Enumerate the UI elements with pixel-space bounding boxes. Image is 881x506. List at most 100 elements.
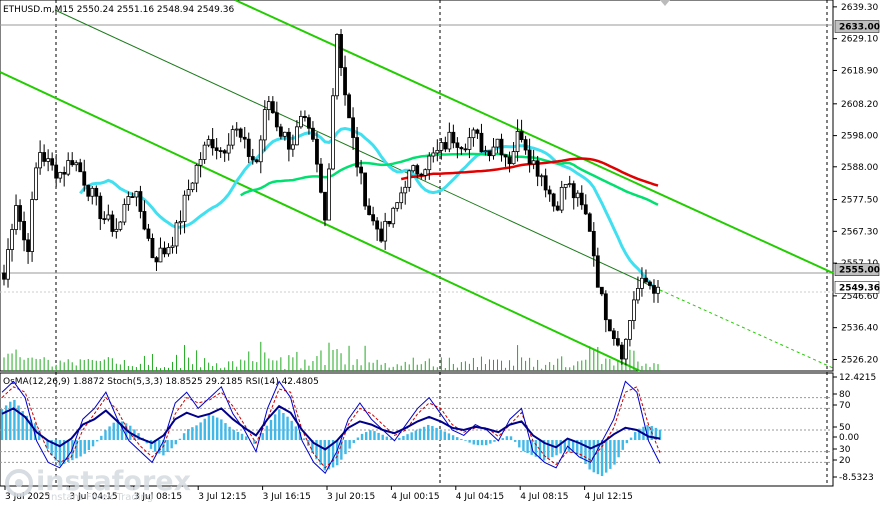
candle-body — [455, 142, 460, 148]
price-box-label: 2633.00 — [839, 23, 880, 33]
osma-bar — [348, 440, 351, 449]
candle-body — [531, 160, 536, 165]
candle-body — [46, 158, 51, 162]
candle-body — [636, 288, 640, 301]
osma-bar — [203, 418, 206, 441]
candle-body — [411, 165, 416, 172]
candle-body — [652, 285, 656, 294]
price-tick-label: 2536.40 — [841, 324, 878, 334]
osma-bar — [633, 432, 637, 441]
candle-body — [122, 204, 127, 223]
osma-bar — [282, 412, 285, 441]
candle-body — [6, 249, 10, 280]
candle-body — [619, 344, 624, 360]
trading-chart[interactable]: ETHUSD.m,M15 2550.24 2551.16 2548.94 254… — [0, 0, 881, 506]
candle-body — [615, 338, 620, 346]
candle-body — [234, 128, 239, 131]
candle-body — [535, 160, 540, 177]
time-tick-label: 4 Jul 04:15 — [456, 492, 504, 502]
candle-body — [335, 34, 339, 97]
candle-body — [290, 144, 295, 150]
logo-tagline: Instant Forex Trading — [48, 492, 153, 503]
candle-body — [154, 257, 159, 263]
candle-body — [250, 156, 255, 161]
osma-bar — [414, 430, 418, 441]
candle-body — [483, 150, 488, 153]
oscillator-axis: 12.4215 8070 500.00 3020 -8.5323 — [833, 373, 876, 483]
time-tick-label: 3 Jul 16:15 — [263, 492, 311, 502]
price-tick-label: 2639.30 — [841, 3, 878, 13]
osma-bar — [629, 437, 633, 441]
candle-body — [242, 136, 247, 140]
candle-body — [503, 154, 508, 158]
time-tick-label: 3 Jul 12:15 — [198, 492, 246, 502]
candle-body — [323, 191, 327, 221]
osma-bar — [278, 409, 281, 441]
candle-body — [42, 152, 47, 162]
price-box-label: 2549.36 — [839, 283, 880, 293]
osma-bar — [605, 440, 608, 473]
osma-bar — [381, 434, 384, 441]
candle-body — [595, 255, 600, 288]
candle-body — [34, 167, 39, 200]
osma-bar — [609, 440, 612, 469]
candle-body — [166, 247, 171, 255]
candle-body — [439, 142, 444, 151]
candle-body — [475, 129, 480, 134]
osma-bar — [187, 429, 190, 441]
price-tick-label: 2618.90 — [841, 66, 878, 76]
price-tick-label: 2577.50 — [841, 196, 878, 206]
osma-bar — [265, 425, 269, 441]
osma-bar — [91, 440, 95, 447]
candle-body — [415, 165, 420, 175]
candle-body — [286, 131, 291, 150]
candle-body — [62, 172, 67, 175]
candle-body — [431, 152, 436, 157]
candle-body — [419, 173, 424, 176]
osma-bar — [224, 423, 227, 441]
candle-body — [644, 277, 648, 283]
osma-bar — [215, 417, 219, 441]
candle-body — [648, 281, 652, 286]
candle-body — [30, 199, 34, 252]
osma-bar — [418, 428, 422, 441]
osma-bar — [431, 426, 434, 441]
candle-body — [487, 150, 492, 157]
candle-body — [539, 175, 544, 178]
osma-bar — [211, 415, 215, 441]
candle-body — [266, 101, 271, 110]
osma-bar — [435, 427, 438, 441]
candle-body — [258, 139, 263, 163]
candle-body — [282, 131, 287, 137]
candle-body — [58, 172, 63, 179]
price-tick-label: 2598.00 — [841, 132, 878, 142]
time-tick-label: 4 Jul 00:15 — [391, 492, 439, 502]
osma-bar — [294, 426, 298, 441]
osma-bar — [240, 433, 244, 441]
candle-body — [22, 221, 26, 241]
candle-body — [238, 128, 243, 138]
candle-body — [640, 277, 644, 289]
osma-bar — [228, 426, 231, 441]
candle-body — [299, 115, 303, 128]
candle-body — [407, 170, 412, 188]
osma-bar — [439, 429, 442, 441]
candle-body — [451, 131, 456, 144]
candle-body — [403, 186, 408, 194]
candle-body — [2, 272, 6, 280]
osma-bar — [625, 440, 629, 444]
candle-body — [367, 205, 372, 216]
candle-body — [226, 144, 231, 154]
candle-body — [98, 195, 103, 220]
osma-bar — [344, 440, 347, 455]
osma-bar — [456, 437, 459, 441]
candle-body — [623, 338, 628, 360]
candle-body — [194, 164, 199, 184]
candle-body — [319, 163, 323, 193]
candle-body — [459, 147, 464, 150]
osma-bar — [79, 440, 82, 457]
candle-body — [54, 164, 59, 179]
osma-bar — [352, 440, 355, 444]
price-tick-label: 2629.10 — [841, 35, 878, 45]
candle-body — [214, 147, 219, 151]
